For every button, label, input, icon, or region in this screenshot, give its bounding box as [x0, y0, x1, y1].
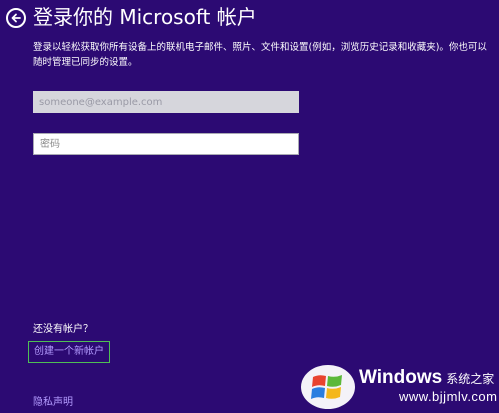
password-input[interactable]: [33, 133, 299, 155]
windows-logo-icon: [301, 365, 355, 409]
back-arrow-icon: [11, 13, 21, 23]
back-button[interactable]: [6, 8, 26, 28]
watermark-url: www.bjjmlv.com: [399, 388, 498, 404]
no-account-prompt: 还没有帐户？: [33, 324, 93, 335]
watermark-site-name: 系统之家: [446, 371, 495, 386]
watermark-brand: Windows: [359, 366, 443, 388]
watermark: Windows 系统之家 www.bjjmlv.com: [299, 359, 498, 411]
email-input[interactable]: [33, 91, 299, 113]
signin-page: 登录你的 Microsoft 帐户 登录以轻松获取你所有设备上的联机电子邮件、照…: [0, 0, 499, 413]
privacy-statement-link[interactable]: 隐私声明: [33, 396, 73, 410]
signin-description: 登录以轻松获取你所有设备上的联机电子邮件、照片、文件和设置(例如，浏览历史记录和…: [33, 42, 487, 68]
page-title: 登录你的 Microsoft 帐户: [33, 5, 257, 29]
create-account-link[interactable]: 创建一个新帐户: [28, 341, 110, 363]
